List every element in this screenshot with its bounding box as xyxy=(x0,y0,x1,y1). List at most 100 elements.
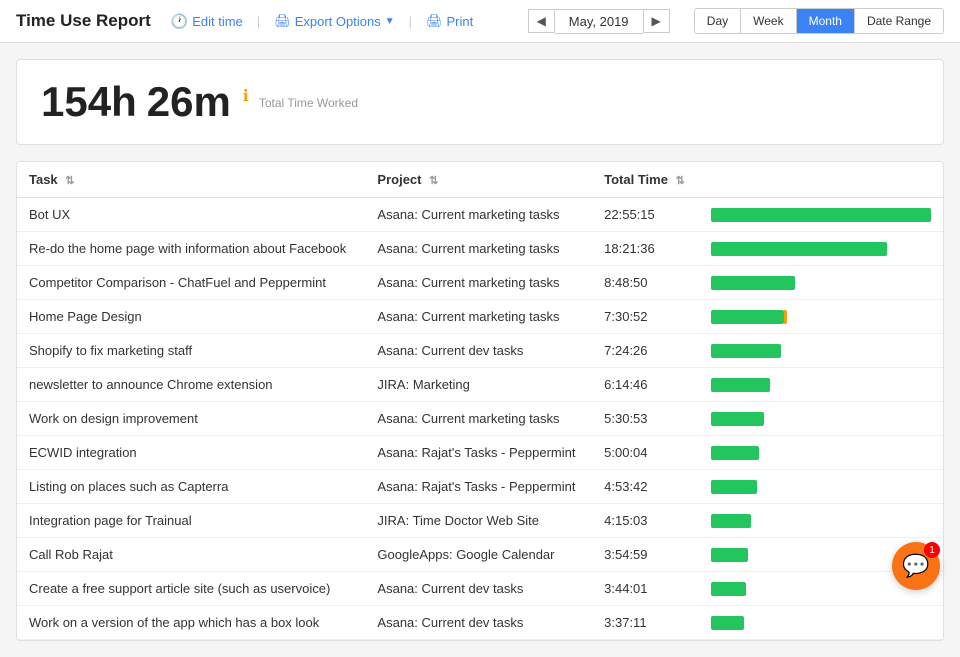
cell-project: Asana: Current marketing tasks xyxy=(365,198,592,232)
cell-total-time: 5:00:04 xyxy=(592,436,699,470)
table-row: newsletter to announce Chrome extensionJ… xyxy=(17,368,943,402)
progress-bar xyxy=(711,208,931,222)
cell-bar xyxy=(699,436,943,470)
total-hours: 154h xyxy=(41,78,137,126)
progress-bar xyxy=(711,582,746,596)
cell-project: JIRA: Marketing xyxy=(365,368,592,402)
edit-time-button[interactable]: 🕐 Edit time xyxy=(171,13,243,30)
progress-bar xyxy=(711,514,751,528)
table-row: ECWID integrationAsana: Rajat's Tasks - … xyxy=(17,436,943,470)
sort-task-icon: ⇅ xyxy=(65,175,74,187)
total-time-label: Total Time Worked xyxy=(259,96,358,110)
table-row: Home Page DesignAsana: Current marketing… xyxy=(17,300,943,334)
info-icon[interactable]: ℹ xyxy=(243,86,249,106)
cell-total-time: 4:15:03 xyxy=(592,504,699,538)
cell-project: Asana: Current dev tasks xyxy=(365,334,592,368)
cell-bar xyxy=(699,368,943,402)
chat-badge: 1 xyxy=(924,542,940,558)
prev-date-button[interactable]: ◀ xyxy=(528,9,555,33)
table-row: Re-do the home page with information abo… xyxy=(17,232,943,266)
table-row: Call Rob RajatGoogleApps: Google Calenda… xyxy=(17,538,943,572)
table-row: Competitor Comparison - ChatFuel and Pep… xyxy=(17,266,943,300)
app-header: Time Use Report 🕐 Edit time | 🖨 Export O… xyxy=(0,0,960,43)
cell-total-time: 7:30:52 xyxy=(592,300,699,334)
cell-total-time: 3:54:59 xyxy=(592,538,699,572)
cell-total-time: 5:30:53 xyxy=(592,402,699,436)
page-title: Time Use Report xyxy=(16,11,151,31)
progress-bar xyxy=(711,548,748,562)
sort-time-icon: ⇅ xyxy=(676,175,685,187)
cell-project: Asana: Current dev tasks xyxy=(365,572,592,606)
progress-bar xyxy=(711,378,770,392)
cell-task: ECWID integration xyxy=(17,436,365,470)
cell-total-time: 8:48:50 xyxy=(592,266,699,300)
cell-total-time: 18:21:36 xyxy=(592,232,699,266)
col-project[interactable]: Project ⇅ xyxy=(365,162,592,198)
cell-task: Work on design improvement xyxy=(17,402,365,436)
cell-project: Asana: Current marketing tasks xyxy=(365,266,592,300)
clock-icon: 🕐 xyxy=(171,13,188,30)
progress-bar xyxy=(711,616,744,630)
cell-task: Re-do the home page with information abo… xyxy=(17,232,365,266)
table-row: Shopify to fix marketing staffAsana: Cur… xyxy=(17,334,943,368)
progress-bar xyxy=(711,344,781,358)
print-button[interactable]: 🖨 Print xyxy=(426,13,473,29)
cell-project: JIRA: Time Doctor Web Site xyxy=(365,504,592,538)
table-row: Work on a version of the app which has a… xyxy=(17,606,943,640)
sort-project-icon: ⇅ xyxy=(429,175,438,187)
export-icon: 🖨 xyxy=(274,13,291,29)
stats-card: 154h 26m ℹ Total Time Worked xyxy=(16,59,944,145)
cell-task: Work on a version of the app which has a… xyxy=(17,606,365,640)
cell-project: Asana: Rajat's Tasks - Peppermint xyxy=(365,436,592,470)
cell-task: Home Page Design xyxy=(17,300,365,334)
cell-project: Asana: Current marketing tasks xyxy=(365,232,592,266)
cell-total-time: 7:24:26 xyxy=(592,334,699,368)
tab-month[interactable]: Month xyxy=(797,9,855,33)
total-minutes: 26m xyxy=(147,78,231,126)
cell-task: Competitor Comparison - ChatFuel and Pep… xyxy=(17,266,365,300)
progress-bar xyxy=(711,446,759,460)
cell-bar xyxy=(699,266,943,300)
cell-total-time: 3:37:11 xyxy=(592,606,699,640)
next-date-button[interactable]: ▶ xyxy=(643,9,670,33)
progress-bar xyxy=(711,242,887,256)
cell-bar xyxy=(699,504,943,538)
tab-date-range[interactable]: Date Range xyxy=(855,9,943,33)
table-row: Create a free support article site (such… xyxy=(17,572,943,606)
current-date-label: May, 2019 xyxy=(555,9,643,34)
chat-bubble-button[interactable]: 💬 1 xyxy=(892,542,940,590)
task-table-card: Task ⇅ Project ⇅ Total Time ⇅ Bot UXAsan… xyxy=(16,161,944,641)
cell-total-time: 3:44:01 xyxy=(592,572,699,606)
cell-project: Asana: Current marketing tasks xyxy=(365,402,592,436)
cell-bar xyxy=(699,334,943,368)
cell-project: Asana: Rajat's Tasks - Peppermint xyxy=(365,470,592,504)
task-table: Task ⇅ Project ⇅ Total Time ⇅ Bot UXAsan… xyxy=(17,162,943,640)
cell-task: Call Rob Rajat xyxy=(17,538,365,572)
col-total-time[interactable]: Total Time ⇅ xyxy=(592,162,699,198)
progress-bar xyxy=(711,480,757,494)
cell-task: Bot UX xyxy=(17,198,365,232)
chat-icon: 💬 xyxy=(902,553,929,579)
chevron-down-icon: ▼ xyxy=(385,16,395,27)
cell-bar xyxy=(699,606,943,640)
progress-bar xyxy=(711,276,795,290)
export-options-button[interactable]: 🖨 Export Options ▼ xyxy=(274,13,394,29)
cell-task: Listing on places such as Capterra xyxy=(17,470,365,504)
cell-project: GoogleApps: Google Calendar xyxy=(365,538,592,572)
table-row: Integration page for TrainualJIRA: Time … xyxy=(17,504,943,538)
cell-project: Asana: Current dev tasks xyxy=(365,606,592,640)
cell-project: Asana: Current marketing tasks xyxy=(365,300,592,334)
cell-task: Shopify to fix marketing staff xyxy=(17,334,365,368)
table-row: Bot UXAsana: Current marketing tasks22:5… xyxy=(17,198,943,232)
progress-bar xyxy=(711,310,784,324)
col-task[interactable]: Task ⇅ xyxy=(17,162,365,198)
tab-week[interactable]: Week xyxy=(741,9,796,33)
table-header-row: Task ⇅ Project ⇅ Total Time ⇅ xyxy=(17,162,943,198)
cell-bar xyxy=(699,300,943,334)
main-content: 154h 26m ℹ Total Time Worked Task ⇅ Proj… xyxy=(0,43,960,657)
cell-bar xyxy=(699,232,943,266)
tab-day[interactable]: Day xyxy=(695,9,741,33)
col-bar xyxy=(699,162,943,198)
printer-icon: 🖨 xyxy=(426,13,443,29)
cell-total-time: 4:53:42 xyxy=(592,470,699,504)
